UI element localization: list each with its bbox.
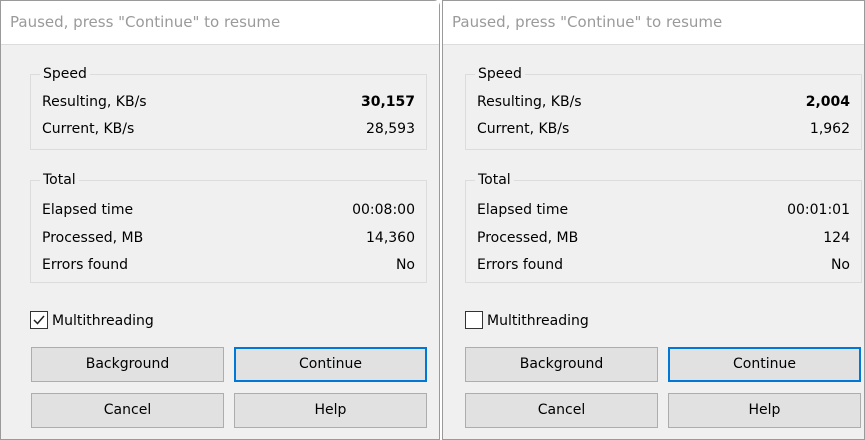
current-speed-row: Current, KB/s 1,962 (477, 118, 850, 140)
total-group: Total Elapsed time 00:08:00 Processed, M… (30, 170, 427, 283)
processed-value: 14,360 (366, 230, 415, 246)
resulting-speed-value: 30,157 (360, 94, 415, 110)
errors-value: No (830, 257, 850, 273)
speed-legend: Speed (475, 64, 525, 84)
resulting-speed-row: Resulting, KB/s 2,004 (477, 91, 850, 113)
background-button[interactable]: Background (31, 347, 224, 382)
speed-group: Speed Resulting, KB/s 2,004 Current, KB/… (465, 64, 862, 150)
current-speed-label: Current, KB/s (477, 121, 570, 137)
elapsed-time-row: Elapsed time 00:08:00 (42, 199, 415, 221)
current-speed-value: 28,593 (366, 121, 415, 137)
elapsed-time-row: Elapsed time 00:01:01 (477, 199, 850, 221)
continue-button[interactable]: Continue (234, 347, 427, 382)
resulting-speed-row: Resulting, KB/s 30,157 (42, 91, 415, 113)
resulting-speed-value: 2,004 (805, 94, 850, 110)
current-speed-value: 1,962 (809, 121, 850, 137)
errors-value: No (395, 257, 415, 273)
cancel-button[interactable]: Cancel (465, 393, 658, 428)
current-speed-label: Current, KB/s (42, 121, 135, 137)
processed-row: Processed, MB 124 (477, 227, 850, 249)
multithreading-label: Multithreading (52, 313, 154, 329)
elapsed-time-value: 00:01:01 (787, 202, 850, 218)
pause-dialog-1: Paused, press "Continue" to resume Speed… (0, 0, 440, 440)
checkbox-box[interactable] (30, 311, 48, 329)
speed-group: Speed Resulting, KB/s 30,157 Current, KB… (30, 64, 427, 150)
dialog-title: Paused, press "Continue" to resume (443, 1, 864, 45)
processed-row: Processed, MB 14,360 (42, 227, 415, 249)
help-button[interactable]: Help (234, 393, 427, 428)
pause-dialog-2: Paused, press "Continue" to resume Speed… (442, 0, 865, 440)
errors-row: Errors found No (477, 254, 850, 276)
speed-legend: Speed (40, 64, 90, 84)
errors-row: Errors found No (42, 254, 415, 276)
total-group: Total Elapsed time 00:01:01 Processed, M… (465, 170, 862, 283)
continue-button[interactable]: Continue (668, 347, 861, 382)
help-button[interactable]: Help (668, 393, 861, 428)
elapsed-time-label: Elapsed time (477, 202, 569, 218)
elapsed-time-label: Elapsed time (42, 202, 134, 218)
errors-label: Errors found (477, 257, 563, 273)
multithreading-checkbox[interactable]: Multithreading (30, 310, 180, 332)
total-legend: Total (40, 170, 79, 190)
resulting-speed-label: Resulting, KB/s (42, 94, 147, 110)
resulting-speed-label: Resulting, KB/s (477, 94, 582, 110)
errors-label: Errors found (42, 257, 128, 273)
background-button[interactable]: Background (465, 347, 658, 382)
processed-value: 124 (823, 230, 850, 246)
dialog-title: Paused, press "Continue" to resume (1, 1, 439, 45)
checkbox-box[interactable] (465, 311, 483, 329)
current-speed-row: Current, KB/s 28,593 (42, 118, 415, 140)
cancel-button[interactable]: Cancel (31, 393, 224, 428)
processed-label: Processed, MB (42, 230, 144, 246)
checkmark-icon (33, 315, 45, 325)
total-legend: Total (475, 170, 514, 190)
multithreading-checkbox[interactable]: Multithreading (465, 310, 615, 332)
multithreading-label: Multithreading (487, 313, 589, 329)
elapsed-time-value: 00:08:00 (352, 202, 415, 218)
processed-label: Processed, MB (477, 230, 579, 246)
